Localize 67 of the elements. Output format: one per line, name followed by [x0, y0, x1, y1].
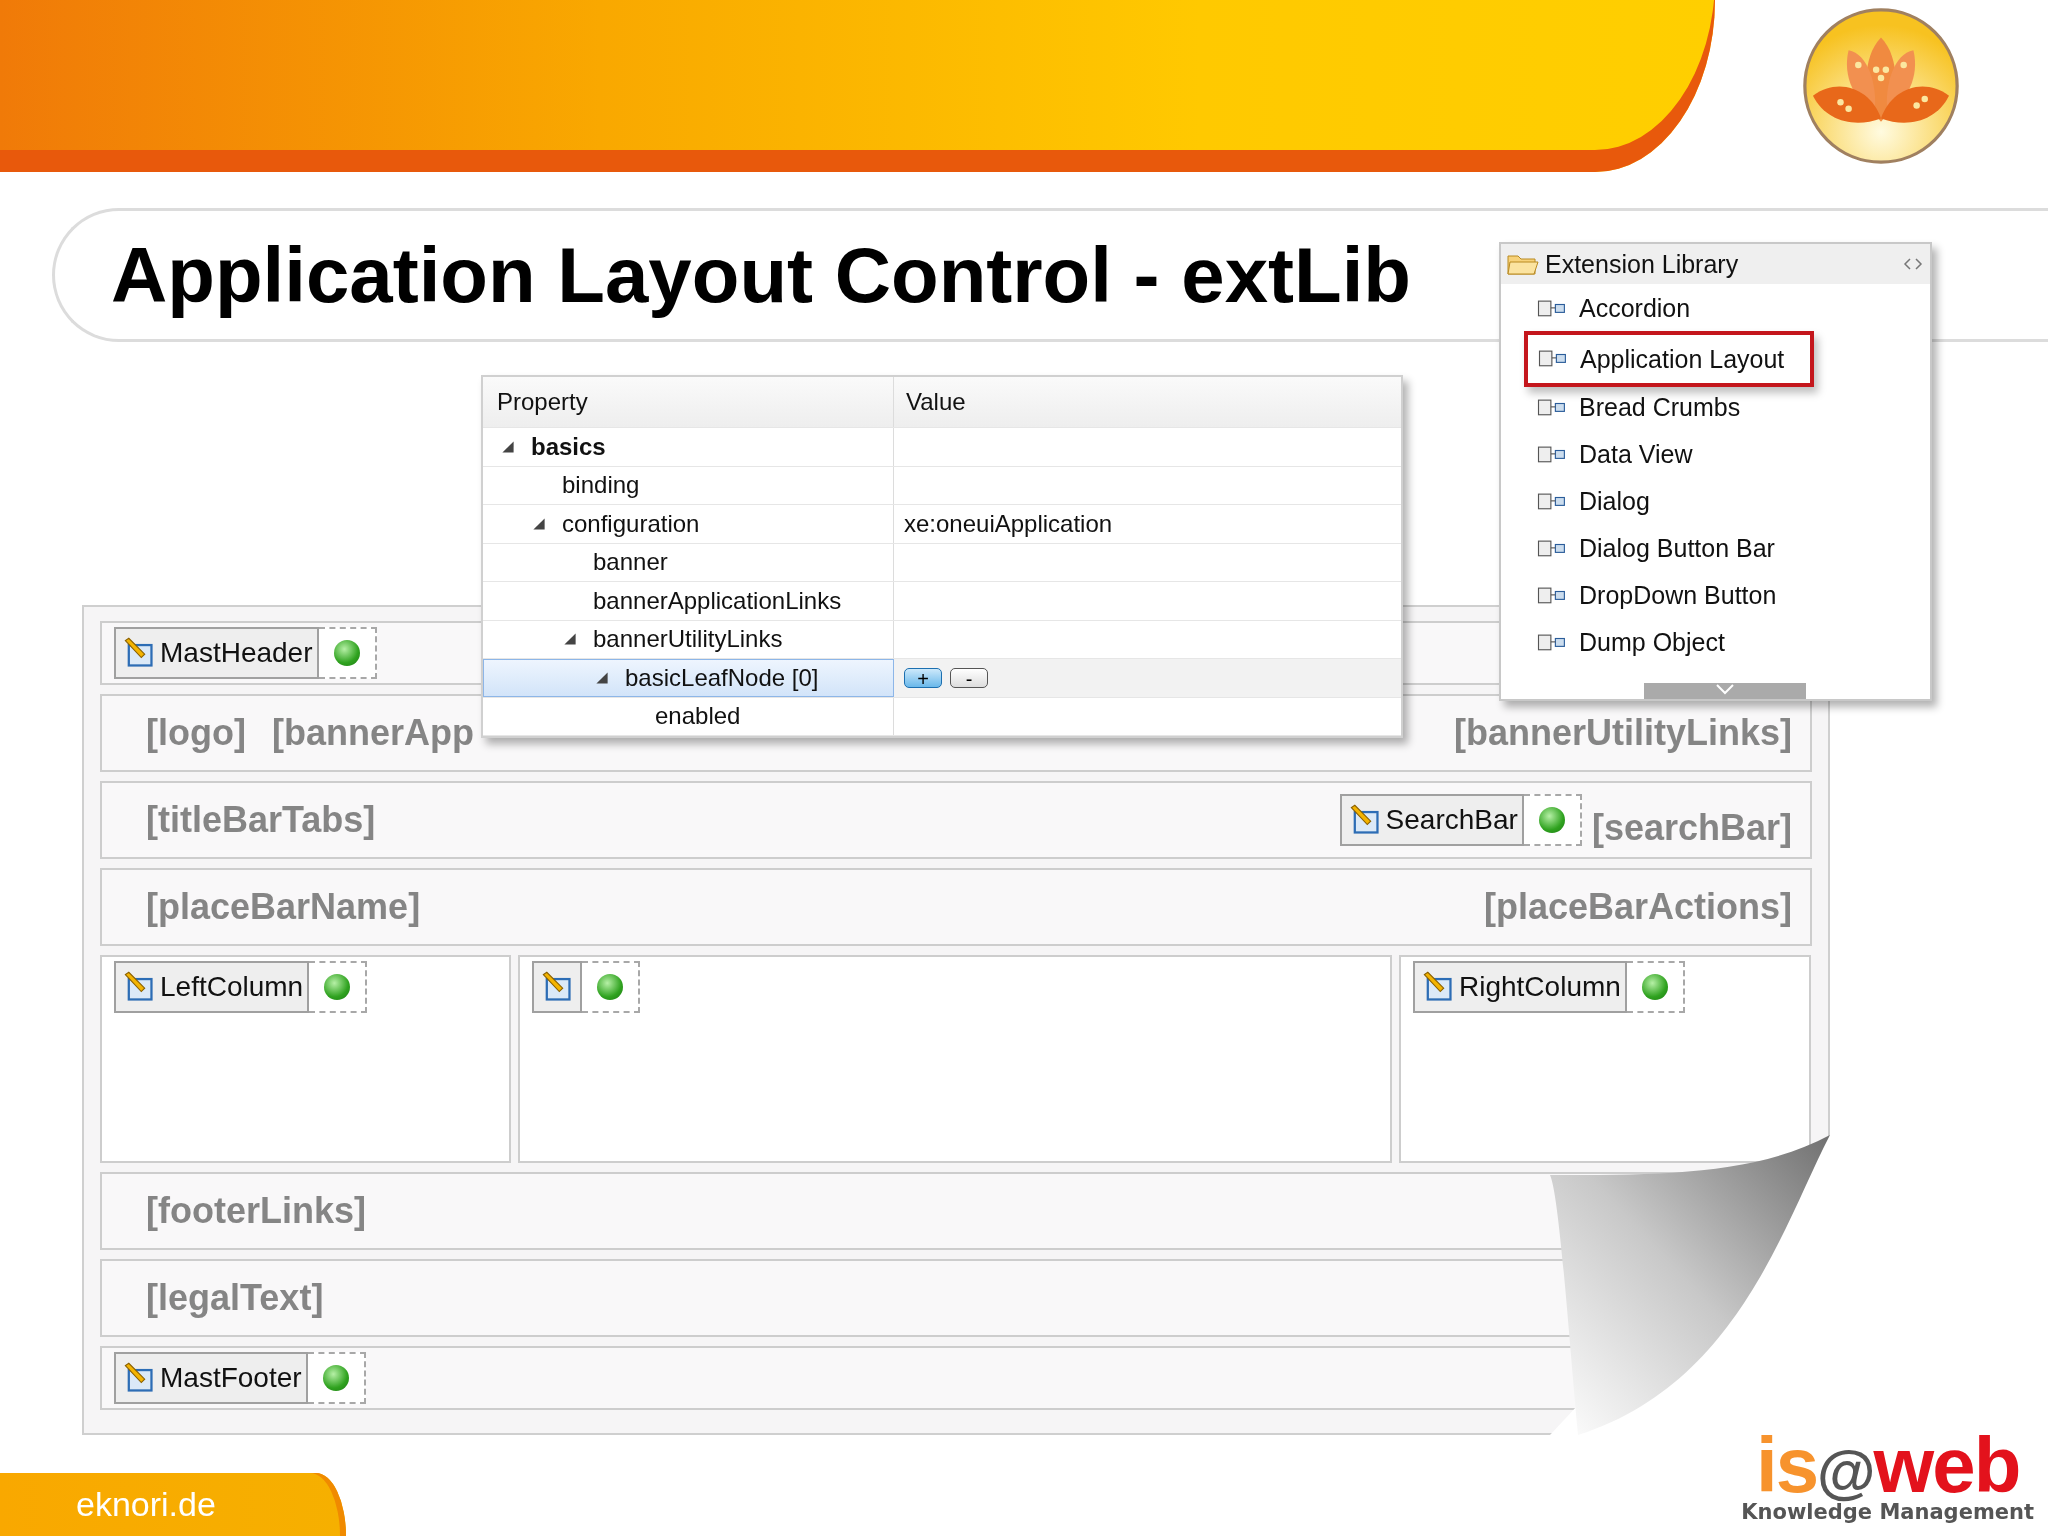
property-row[interactable]: banner	[483, 543, 894, 581]
status-dot-icon	[597, 974, 623, 1000]
placeholder-label: [logo]	[146, 712, 246, 754]
control-icon	[1537, 492, 1567, 511]
expand-triangle-icon[interactable]	[501, 439, 515, 454]
placeholder-label: [titleBarTabs]	[146, 799, 376, 841]
pencil-icon	[122, 970, 156, 1004]
control-icon	[1538, 350, 1568, 368]
control-chip[interactable]: MastHeader	[114, 627, 319, 679]
column-header: Property	[483, 377, 894, 427]
palette-item[interactable]: Accordion	[1523, 286, 1813, 331]
expand-triangle-icon[interactable]	[532, 516, 546, 531]
palette-item[interactable]: Dump Object	[1523, 620, 1813, 665]
palette-item[interactable]: Dialog	[1523, 479, 1813, 524]
control-chip[interactable]: RightColumn	[1413, 961, 1627, 1013]
pencil-icon	[1347, 803, 1382, 837]
palette-item[interactable]: Data View	[1523, 432, 1813, 477]
pencil-icon	[540, 970, 574, 1004]
lotus-logo-icon	[1800, 5, 1962, 167]
status-dot-icon	[333, 640, 360, 666]
palette-item[interactable]: Dialog Button Bar	[1523, 526, 1813, 571]
tree-node-button[interactable]: +	[904, 667, 942, 688]
control-chip[interactable]: MastFooter	[114, 1352, 308, 1404]
placeholder-label: [searchBar]	[1591, 807, 1792, 849]
property-row[interactable]: enabled	[483, 697, 894, 735]
palette-item[interactable]: Bread Crumbs	[1523, 385, 1813, 430]
status-dot-icon	[324, 974, 351, 1000]
placeholder-label: [placeBarName]	[146, 886, 421, 928]
control-icon	[1537, 586, 1567, 605]
control-icon	[1537, 445, 1567, 464]
folder-icon	[1507, 252, 1539, 276]
control-icon	[1537, 299, 1567, 318]
palette-item[interactable]: Application Layout	[1524, 331, 1814, 387]
property-row[interactable]: binding	[483, 466, 894, 504]
palette-title: Extension Library	[1545, 249, 1740, 279]
pencil-icon	[1421, 970, 1455, 1004]
property-row[interactable]: basics	[483, 428, 894, 466]
footer-text: eknori.de	[76, 1485, 216, 1524]
property-row[interactable]: bannerUtilityLinks	[483, 620, 894, 658]
property-row[interactable]: basicLeafNode [0]	[483, 659, 894, 697]
placeholder-label: [bannerUtilityLinks]	[1453, 712, 1792, 754]
status-dot-icon	[1538, 807, 1565, 833]
control-icon	[1537, 539, 1567, 558]
property-row[interactable]: configuration	[483, 505, 894, 543]
placeholder-label: [footerLinks]	[146, 1190, 366, 1232]
control-icon	[1537, 398, 1567, 417]
property-row[interactable]: bannerApplicationLinks	[483, 582, 894, 620]
expand-triangle-icon[interactable]	[563, 632, 577, 647]
property-value: xe:oneuiApplication	[904, 509, 1113, 538]
control-chip[interactable]: SearchBar	[1339, 794, 1524, 846]
expand-triangle-icon[interactable]	[595, 670, 609, 685]
status-dot-icon	[1641, 974, 1668, 1000]
placeholder-label: [placeBarActions]	[1483, 886, 1792, 928]
placeholder-label: [legalText]	[146, 1277, 324, 1319]
company-logo: is@web Knowledge Management	[1741, 1429, 2034, 1524]
column-header: Value	[905, 387, 967, 417]
control-chip[interactable]	[532, 961, 582, 1013]
placeholder-label: [bannerApp	[271, 712, 474, 754]
status-dot-icon	[322, 1365, 349, 1391]
slide-title: Application Layout Control - extLib	[111, 229, 1411, 321]
control-chip[interactable]: LeftColumn	[114, 961, 310, 1013]
control-icon	[1537, 633, 1567, 652]
collapse-icon[interactable]	[1902, 257, 1924, 271]
pencil-icon	[122, 1361, 156, 1395]
pencil-icon	[122, 636, 156, 670]
tree-node-button[interactable]: -	[950, 667, 988, 688]
palette-item[interactable]: DropDown Button	[1523, 573, 1813, 618]
